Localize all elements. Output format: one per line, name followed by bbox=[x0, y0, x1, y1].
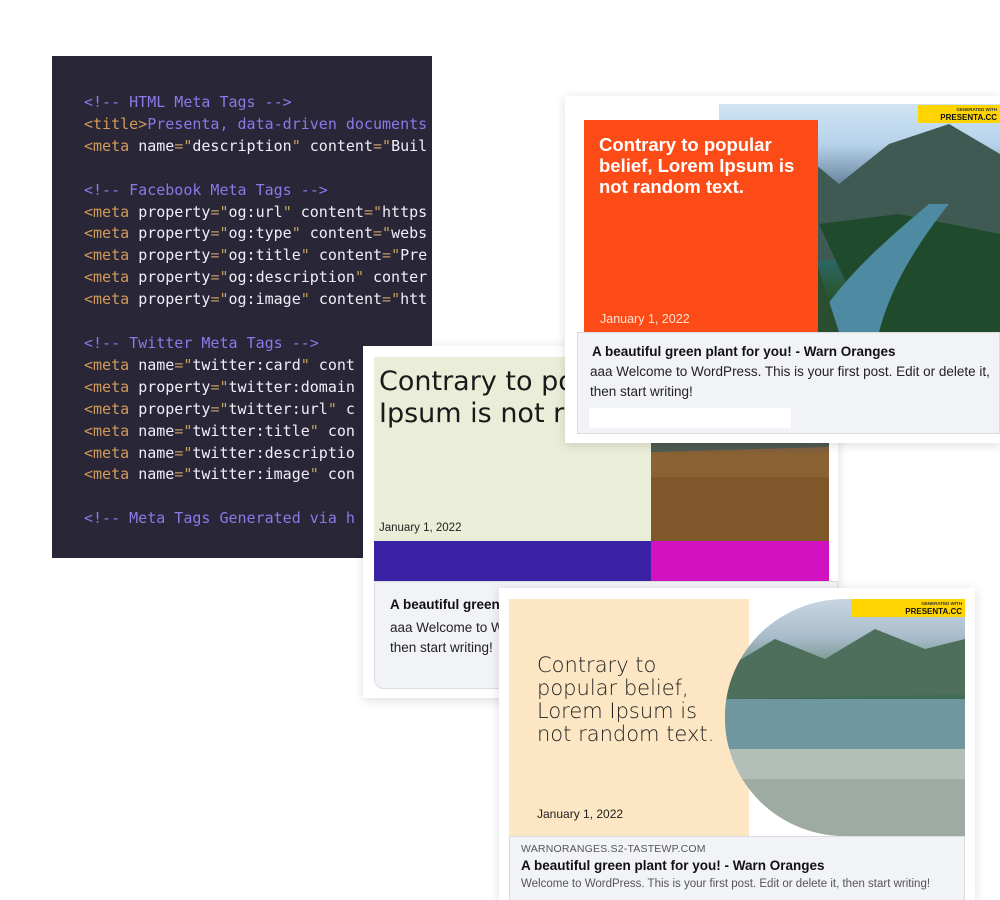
code-title-tag: <title> bbox=[84, 114, 148, 133]
social-preview-card-c[interactable]: Contrary to popular belief, Lorem Ipsum … bbox=[499, 588, 975, 900]
code-fb-prop: og:url bbox=[228, 202, 283, 221]
code-fb-prop: og:type bbox=[228, 224, 292, 243]
code-comment: <!-- Twitter Meta Tags --> bbox=[84, 333, 319, 352]
code-title-text: Presenta, data-driven documents bbox=[147, 114, 428, 133]
code-fb-prop: og:title bbox=[228, 246, 301, 265]
code-comment: <!-- HTML Meta Tags --> bbox=[84, 93, 292, 111]
card-a-date: January 1, 2022 bbox=[600, 312, 690, 326]
presenta-badge: GENERATED WITH PRESENTA.CC bbox=[918, 105, 1000, 123]
code-comment: <!-- Meta Tags Generated via h bbox=[84, 509, 355, 528]
code-tw-key: twitter:descriptio bbox=[192, 443, 355, 462]
card-c-meta-description: Welcome to WordPress. This is your first… bbox=[521, 878, 931, 890]
code-fb-content: Pre bbox=[400, 246, 428, 265]
card-c-link-meta[interactable]: WARNORANGES.S2-TASTEWP.COM A beautiful g… bbox=[509, 836, 965, 900]
card-a-blank-field bbox=[589, 408, 791, 428]
code-fb-prop: og:image bbox=[228, 290, 301, 309]
code-desc-attr: description bbox=[192, 136, 292, 155]
code-fb-prop: og:description bbox=[228, 268, 355, 287]
code-tw-key: twitter:title bbox=[192, 421, 310, 440]
card-c-headline: Contrary to popular belief, Lorem Ipsum … bbox=[537, 653, 715, 746]
code-fb-content: https bbox=[382, 202, 428, 221]
social-preview-card-a[interactable]: Contrary to popular belief, Lorem Ipsum … bbox=[565, 96, 1000, 443]
card-a-meta-title: A beautiful green plant for you! - Warn … bbox=[592, 344, 896, 359]
code-tw-key: twitter:domain bbox=[228, 377, 355, 396]
card-a-meta-description: aaa Welcome to WordPress. This is your f… bbox=[590, 364, 990, 399]
card-b-magenta-bar bbox=[651, 541, 829, 581]
code-tw-key: twitter:card bbox=[192, 355, 301, 374]
code-fb-content: htt bbox=[400, 290, 428, 309]
code-comment: <!-- Facebook Meta Tags --> bbox=[84, 180, 328, 199]
card-b-date: January 1, 2022 bbox=[379, 522, 462, 534]
card-c-meta-title: A beautiful green plant for you! - Warn … bbox=[521, 858, 825, 873]
code-tw-key: twitter:url bbox=[228, 399, 328, 418]
code-tw-key: twitter:image bbox=[192, 465, 310, 484]
card-c-date: January 1, 2022 bbox=[537, 807, 624, 821]
card-b-purple-bar bbox=[374, 541, 651, 581]
card-a-headline: Contrary to popular belief, Lorem Ipsum … bbox=[599, 134, 795, 197]
reflection-lake-image bbox=[725, 629, 965, 836]
code-desc-content: Buil bbox=[391, 136, 428, 155]
presenta-badge: GENERATED WITH PRESENTA.CC bbox=[851, 599, 965, 617]
card-c-site-domain: WARNORANGES.S2-TASTEWP.COM bbox=[521, 843, 706, 855]
card-c-lake-photo bbox=[725, 599, 965, 836]
code-fb-content: webs bbox=[391, 224, 428, 243]
